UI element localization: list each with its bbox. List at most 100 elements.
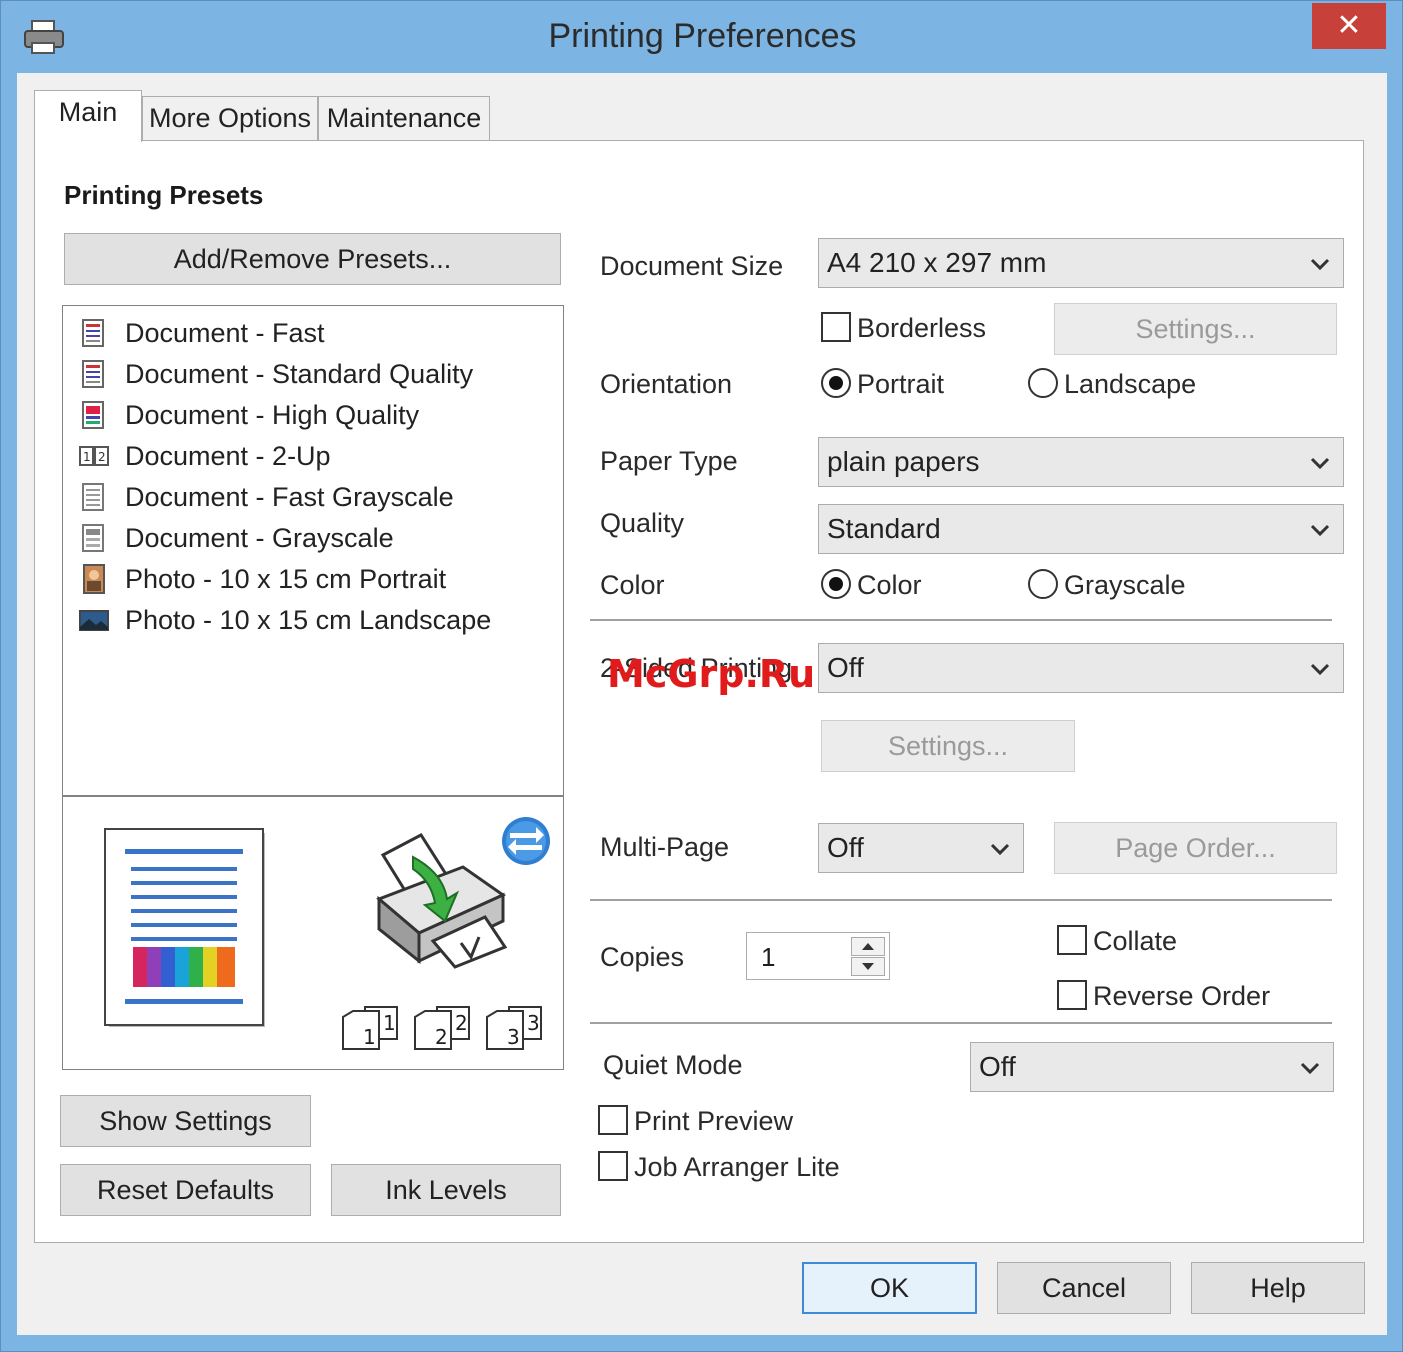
quality-value: Standard — [827, 513, 941, 544]
show-settings-label: Show Settings — [99, 1106, 272, 1136]
portrait-radio[interactable] — [821, 368, 851, 398]
radio-selected-dot — [829, 577, 843, 591]
list-item[interactable]: Document - Grayscale — [63, 517, 563, 557]
list-item[interactable]: Document - Standard Quality — [63, 353, 563, 393]
separator — [590, 899, 1332, 901]
copies-value: 1 — [761, 942, 776, 972]
tab-more-options[interactable]: More Options — [142, 96, 318, 140]
add-remove-presets-label: Add/Remove Presets... — [173, 244, 452, 274]
color-radio[interactable] — [821, 569, 851, 599]
preset-label: Document - Fast — [125, 318, 325, 348]
multi-page-select[interactable]: Off — [818, 823, 1024, 873]
chevron-down-icon — [1310, 663, 1330, 676]
show-settings-button[interactable]: Show Settings — [60, 1095, 311, 1147]
list-item[interactable]: Document - Fast — [63, 312, 563, 352]
photo-portrait-icon — [83, 564, 105, 594]
presets-list[interactable]: Document - Fast Document - Standard Qual… — [62, 305, 564, 796]
radio-selected-dot — [829, 376, 843, 390]
landscape-radio[interactable] — [1028, 368, 1058, 398]
chevron-down-icon — [862, 963, 874, 970]
preset-label: Document - Fast Grayscale — [125, 482, 454, 512]
preset-label: Photo - 10 x 15 cm Landscape — [125, 605, 492, 635]
title-bar[interactable]: Printing Preferences ✕ — [1, 1, 1403, 73]
chevron-down-icon — [1300, 1062, 1320, 1075]
multi-page-label: Multi-Page — [600, 832, 730, 862]
ok-button[interactable]: OK — [802, 1262, 977, 1314]
preset-label: Document - Standard Quality — [125, 359, 474, 389]
list-item[interactable]: Document - Fast Grayscale — [63, 476, 563, 516]
copy-number-label: 3 — [527, 1011, 540, 1035]
reverse-order-label: Reverse Order — [1093, 981, 1271, 1011]
preset-label: Document - Grayscale — [125, 523, 394, 553]
page-preview-icon — [104, 828, 265, 1027]
tab-main-label: Main — [58, 97, 118, 127]
document-hq-icon — [82, 401, 104, 429]
preset-label: Document - High Quality — [125, 400, 420, 430]
copy-number-label: 2 — [435, 1025, 448, 1049]
reset-defaults-button[interactable]: Reset Defaults — [60, 1164, 311, 1216]
help-label: Help — [1250, 1273, 1306, 1303]
color-label: Color — [600, 570, 665, 600]
close-button[interactable]: ✕ — [1312, 3, 1386, 49]
list-item[interactable]: Photo - 10 x 15 cm Landscape — [63, 599, 563, 639]
page-order-label: Page Order... — [1115, 833, 1276, 863]
printing-presets-title: Printing Presets — [64, 180, 264, 210]
list-item[interactable]: Photo - 10 x 15 cm Portrait — [63, 558, 563, 598]
copy-number-label: 2 — [455, 1011, 468, 1035]
quiet-mode-select[interactable]: Off — [970, 1042, 1334, 1092]
document-size-value: A4 210 x 297 mm — [827, 247, 1047, 278]
ink-levels-button[interactable]: Ink Levels — [331, 1164, 561, 1216]
copy-order-icon: 2 2 — [411, 1001, 473, 1051]
increment-button[interactable] — [851, 937, 885, 956]
borderless-settings-button[interactable]: Settings... — [1054, 303, 1337, 355]
quality-label: Quality — [600, 508, 685, 538]
print-preview-checkbox[interactable] — [598, 1105, 628, 1135]
reverse-order-checkbox[interactable] — [1057, 980, 1087, 1010]
grayscale-radio[interactable] — [1028, 569, 1058, 599]
svg-text:1: 1 — [83, 450, 91, 464]
quality-select[interactable]: Standard — [818, 504, 1344, 554]
quiet-mode-value: Off — [979, 1051, 1016, 1082]
photo-landscape-icon — [79, 610, 109, 631]
cancel-button[interactable]: Cancel — [997, 1262, 1171, 1314]
grayscale-document-icon — [82, 524, 104, 552]
decrement-button[interactable] — [851, 957, 885, 976]
paper-type-select[interactable]: plain papers — [818, 437, 1344, 487]
list-item[interactable]: Document - High Quality — [63, 394, 563, 434]
job-arranger-lite-label: Job Arranger Lite — [634, 1152, 840, 1182]
list-item[interactable]: 12 Document - 2-Up — [63, 435, 563, 475]
two-sided-printing-value: Off — [827, 652, 864, 683]
two-sided-printing-select[interactable]: Off — [818, 643, 1344, 693]
copy-number-label: 3 — [507, 1025, 520, 1049]
document-icon — [82, 360, 104, 388]
paper-type-label: Paper Type — [600, 446, 738, 476]
copies-stepper[interactable]: 1 — [746, 932, 890, 980]
grayscale-label: Grayscale — [1064, 570, 1186, 600]
copy-number-label: 1 — [363, 1025, 376, 1049]
copies-label: Copies — [600, 942, 685, 972]
add-remove-presets-button[interactable]: Add/Remove Presets... — [64, 233, 561, 285]
chevron-up-icon — [862, 943, 874, 950]
window-title: Printing Preferences — [548, 17, 857, 55]
ok-label: OK — [869, 1273, 909, 1303]
tab-main[interactable]: Main — [34, 90, 142, 142]
chevron-down-icon — [990, 843, 1010, 856]
document-size-label: Document Size — [600, 251, 784, 281]
job-arranger-lite-checkbox[interactable] — [598, 1151, 628, 1181]
borderless-checkbox[interactable] — [821, 312, 851, 342]
landscape-label: Landscape — [1064, 369, 1197, 399]
page-order-button[interactable]: Page Order... — [1054, 822, 1337, 874]
color-option-label: Color — [857, 570, 922, 600]
ink-levels-label: Ink Levels — [385, 1175, 507, 1205]
tab-maintenance[interactable]: Maintenance — [318, 96, 490, 140]
separator — [590, 619, 1332, 621]
collate-checkbox[interactable] — [1057, 925, 1087, 955]
help-button[interactable]: Help — [1191, 1262, 1365, 1314]
orientation-label: Orientation — [600, 369, 733, 399]
print-preview-label: Print Preview — [634, 1106, 794, 1136]
two-sided-settings-button[interactable]: Settings... — [821, 720, 1075, 772]
printer-illustration-icon — [376, 833, 508, 969]
swap-orientation-icon[interactable] — [500, 815, 552, 867]
print-preview-panel: 1 1 2 2 3 3 — [62, 796, 564, 1070]
document-size-select[interactable]: A4 210 x 297 mm — [818, 238, 1344, 288]
